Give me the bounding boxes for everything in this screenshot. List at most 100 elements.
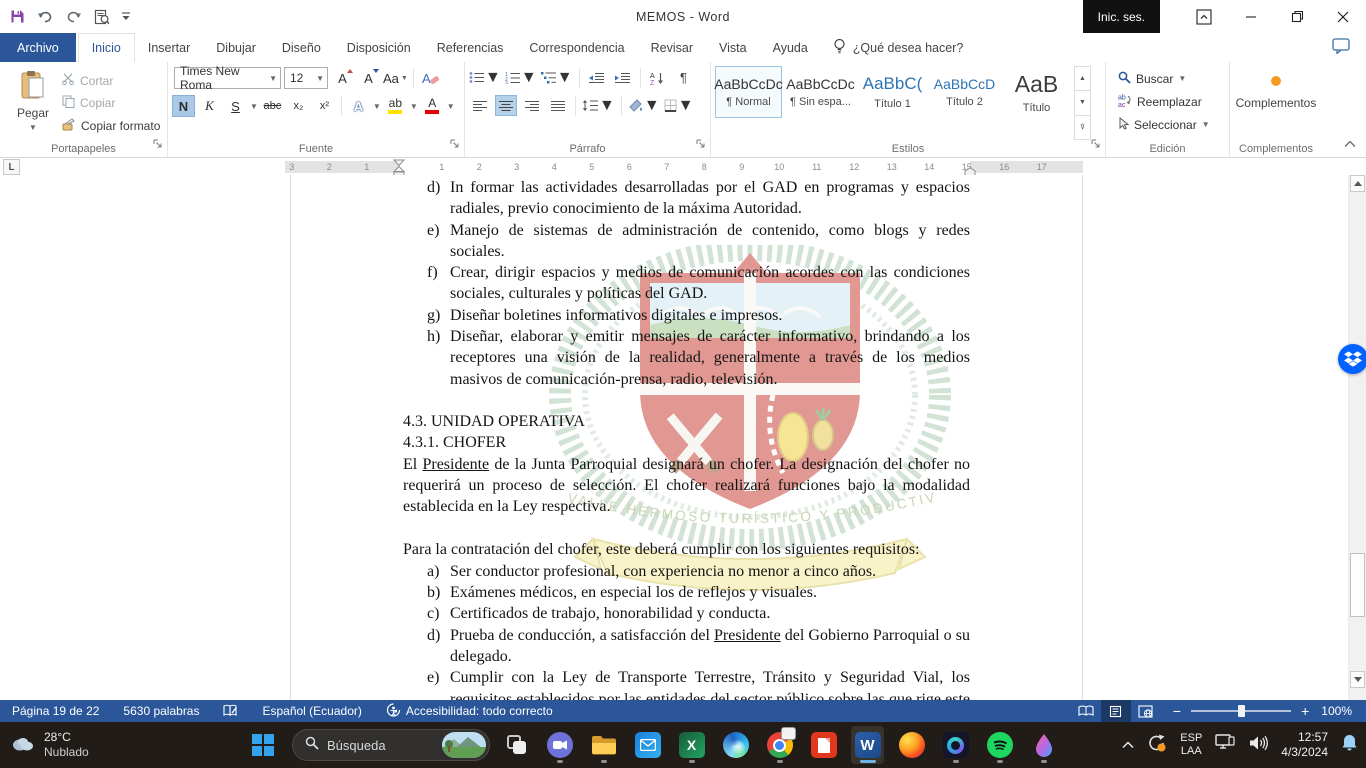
tab-ayuda[interactable]: Ayuda	[760, 33, 821, 62]
tab-correspondencia[interactable]: Correspondencia	[516, 33, 637, 62]
multilevel-list-button[interactable]: ▼	[541, 67, 573, 88]
scroll-down-icon[interactable]	[1350, 671, 1365, 688]
paste-dropdown-arrow[interactable]: ▼	[29, 123, 37, 132]
increase-indent-button[interactable]	[612, 67, 634, 88]
search-highlight-image[interactable]	[442, 732, 486, 758]
style-sin-espaciado[interactable]: AaBbCcDc¶ Sin espa...	[787, 66, 854, 118]
underline-button[interactable]: S	[224, 95, 247, 117]
zoom-out-button[interactable]: −	[1173, 704, 1181, 718]
accessibility-status[interactable]: Accesibilidad: todo correcto	[374, 700, 565, 722]
volume-icon[interactable]	[1249, 735, 1268, 756]
styles-scroll-down-icon[interactable]: ▼	[1075, 91, 1090, 115]
hidden-icons-chevron-icon[interactable]	[1122, 736, 1134, 754]
tab-inicio[interactable]: Inicio	[78, 33, 135, 62]
style-titulo-1[interactable]: AaBbC(Título 1	[859, 66, 926, 118]
highlight-dropdown-arrow[interactable]: ▼	[410, 102, 418, 111]
sign-in-button[interactable]: Inic. ses.	[1083, 0, 1160, 33]
task-view-button[interactable]	[502, 730, 532, 760]
underline-dropdown-arrow[interactable]: ▼	[250, 102, 258, 111]
print-layout-icon[interactable]	[1101, 700, 1131, 722]
restore-button[interactable]	[1274, 0, 1320, 33]
language-switcher[interactable]: ESPLAA	[1180, 732, 1202, 758]
style-titulo-2[interactable]: AaBbCcDTítulo 2	[931, 66, 998, 118]
align-center-button[interactable]	[495, 95, 517, 116]
justify-button[interactable]	[547, 95, 569, 116]
word-count[interactable]: 5630 palabras	[111, 700, 211, 722]
numbering-button[interactable]: 123▼	[505, 67, 537, 88]
document-canvas[interactable]: VALLE HERMOSO TURÍSTICO Y PRODUCTIVO d)I…	[0, 175, 1366, 700]
page-indicator[interactable]: Página 19 de 22	[0, 700, 111, 722]
strikethrough-button[interactable]: abc	[261, 95, 284, 117]
tab-disposicion[interactable]: Disposición	[334, 33, 424, 62]
close-button[interactable]	[1320, 0, 1366, 33]
change-case-button[interactable]: Aa▼	[383, 67, 408, 89]
sort-button[interactable]: AZ	[647, 67, 669, 88]
align-right-button[interactable]	[521, 95, 543, 116]
complementos-button[interactable]: Complementos	[1234, 67, 1318, 110]
chrome-icon[interactable]	[763, 726, 796, 764]
web-layout-icon[interactable]	[1131, 700, 1161, 722]
network-icon[interactable]	[1215, 734, 1236, 756]
find-button[interactable]: Buscar▼	[1118, 67, 1225, 90]
start-button[interactable]	[246, 728, 280, 762]
tab-stop-selector[interactable]: L	[3, 159, 20, 175]
tab-archivo[interactable]: Archivo	[0, 33, 76, 62]
styles-scroll-up-icon[interactable]: ▲	[1075, 67, 1090, 91]
tab-dibujar[interactable]: Dibujar	[203, 33, 269, 62]
paint-droplet-icon[interactable]	[1027, 726, 1060, 764]
mail-icon[interactable]	[631, 726, 664, 764]
tab-vista[interactable]: Vista	[706, 33, 760, 62]
collapse-ribbon-icon[interactable]	[1344, 135, 1356, 153]
sync-update-icon[interactable]	[1147, 733, 1167, 758]
scrollbar-thumb[interactable]	[1350, 553, 1365, 617]
tell-me-box[interactable]: ¿Qué desea hacer?	[821, 33, 976, 62]
text-effects-button[interactable]: A	[347, 95, 370, 117]
font-color-dropdown-arrow[interactable]: ▼	[447, 102, 455, 111]
decrease-indent-button[interactable]	[586, 67, 608, 88]
subscript-button[interactable]: x₂	[287, 95, 310, 117]
zoom-slider[interactable]	[1191, 710, 1291, 712]
horizontal-ruler[interactable]: 3211234567891011121314151617	[285, 161, 1083, 173]
font-color-button[interactable]: A	[421, 95, 444, 117]
notification-bell-icon[interactable]	[1341, 733, 1358, 757]
dropbox-badge-icon[interactable]	[1338, 344, 1366, 374]
font-size-combo[interactable]: 12▼	[284, 67, 328, 89]
search-box[interactable]: Búsqueda	[292, 729, 490, 761]
align-left-button[interactable]	[469, 95, 491, 116]
proofing-icon[interactable]	[211, 700, 250, 722]
vertical-scrollbar[interactable]	[1348, 175, 1366, 700]
excel-icon[interactable]: X	[675, 726, 708, 764]
language-indicator[interactable]: Español (Ecuador)	[250, 700, 373, 722]
italic-button[interactable]: K	[198, 95, 221, 117]
zoom-slider-handle[interactable]	[1238, 705, 1245, 717]
document-text[interactable]: d)In formar las actividades desarrollada…	[403, 177, 970, 700]
line-spacing-button[interactable]: ▼	[582, 95, 615, 116]
copy-button[interactable]: Copiar	[62, 95, 160, 111]
styles-gallery-more-icon[interactable]: ⊽	[1075, 116, 1090, 139]
format-painter-button[interactable]: Copiar formato	[62, 118, 160, 134]
grow-font-button[interactable]: A	[331, 67, 354, 89]
read-mode-icon[interactable]	[1071, 700, 1101, 722]
cut-button[interactable]: Cortar	[62, 73, 160, 88]
chat-icon[interactable]	[543, 726, 576, 764]
shading-button[interactable]: ▼	[628, 95, 660, 116]
edge-icon[interactable]	[719, 726, 752, 764]
word-icon[interactable]: W	[851, 726, 884, 764]
show-marks-button[interactable]: ¶	[673, 67, 695, 88]
firefox-icon[interactable]	[895, 726, 928, 764]
font-name-combo[interactable]: Times New Roma▼	[174, 67, 281, 89]
tab-diseno[interactable]: Diseño	[269, 33, 334, 62]
webex-icon[interactable]	[939, 726, 972, 764]
paste-button[interactable]: Pegar ▼	[4, 67, 62, 140]
replace-button[interactable]: abacReemplazar	[1118, 90, 1225, 113]
style-titulo[interactable]: AaBTítulo	[1003, 66, 1070, 118]
comments-icon[interactable]	[1332, 38, 1350, 57]
weather-widget[interactable]: 28°CNublado	[10, 722, 89, 768]
spotify-icon[interactable]	[983, 726, 1016, 764]
select-button[interactable]: Seleccionar▼	[1118, 113, 1225, 136]
borders-button[interactable]: ▼	[664, 95, 694, 116]
zoom-in-button[interactable]: +	[1301, 704, 1309, 718]
ribbon-display-options-icon[interactable]	[1184, 0, 1224, 33]
tab-referencias[interactable]: Referencias	[424, 33, 517, 62]
superscript-button[interactable]: x²	[313, 95, 336, 117]
